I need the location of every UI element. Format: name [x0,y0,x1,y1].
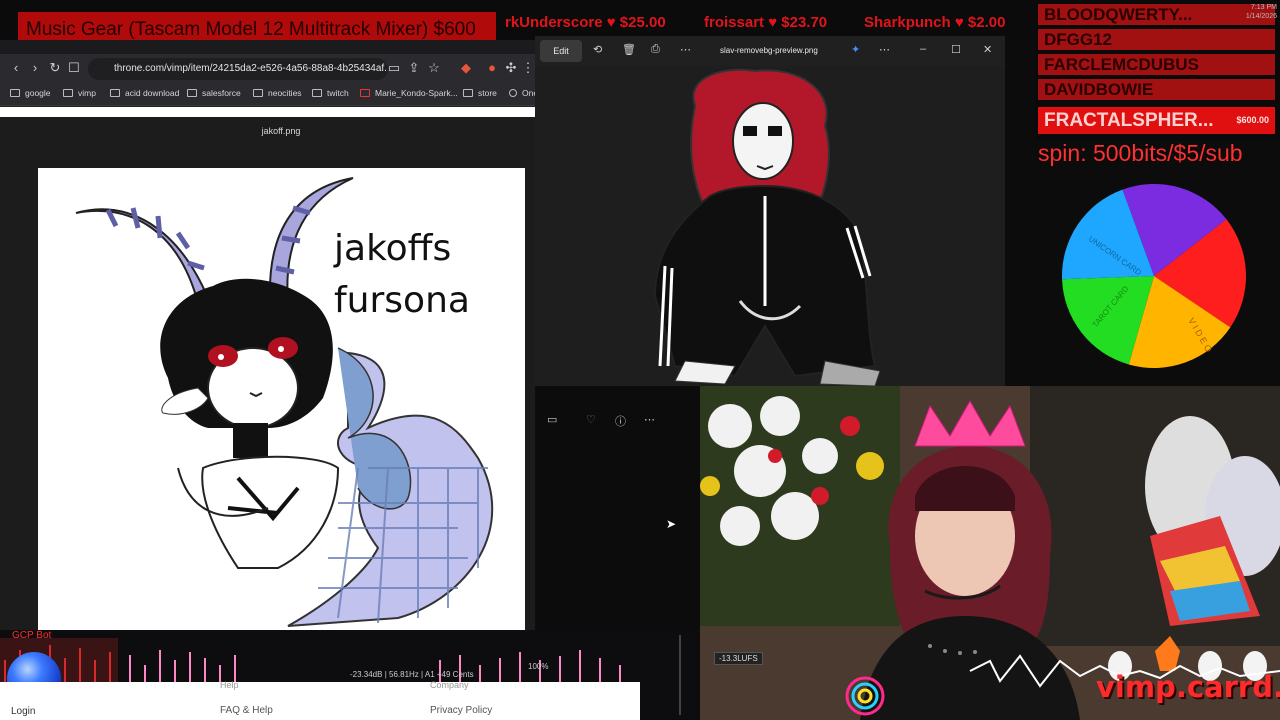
pdf-icon [360,89,370,97]
clock-time: 7:13 PM [1250,4,1277,11]
donor-row: FARCLEMCDUBUS [1038,54,1275,75]
donor-row: DAVIDBOWIE [1038,79,1275,100]
photos-app-window: Edit ⟲ 🗑 ⎙ ⋯ slav-removebg-preview.png ✦… [535,36,1005,387]
page-strip [0,107,535,117]
extension-icon[interactable]: ● [484,60,500,76]
folder-icon [253,89,263,97]
bookmark-item[interactable]: acid download [110,88,179,98]
site-footer [0,682,640,720]
wheel-segments [1062,184,1246,368]
star-icon[interactable]: ☆ [426,60,442,76]
forward-icon[interactable]: › [27,60,43,76]
character-image [535,66,1005,387]
faq-link[interactable]: FAQ & Help [220,705,273,716]
browser-window: ‹ › ↻ ☐ throne.com/vimp/item/24215da2-e5… [0,40,538,640]
screen-icon[interactable]: ▭ [386,60,402,76]
donor-amount: $600.00 [1236,115,1269,125]
login-link[interactable]: Login [11,706,35,717]
bot-label: GCP Bot [12,630,52,641]
ticker-item: rkUnderscore ♥ $25.00 [505,14,666,31]
drawing-caption: jakoffs fursona [334,223,470,327]
desktop: Music Gear (Tascam Model 12 Multitrack M… [0,0,1280,720]
print-icon[interactable]: ⎙ [651,43,660,56]
tuner-readout: -23.34dB | 56.81Hz | A1 +49 Cents [350,670,474,679]
close-icon[interactable]: ✕ [983,43,992,56]
image-viewer: jakoff.png jakoffs fursona [0,117,535,640]
back-icon[interactable]: ‹ [8,60,24,76]
bookmarks-bar: google vimp acid download salesforce neo… [0,84,538,106]
bookmark-item[interactable]: google [10,88,51,98]
image-title: jakoff.png [261,126,301,136]
bookmark-item[interactable]: neocities [253,88,302,98]
menu-icon[interactable]: ⋮ [520,60,536,76]
ticker-item: froissart ♥ $23.70 [704,14,828,31]
privacy-link[interactable]: Privacy Policy [430,705,492,716]
fursona-drawing: jakoffs fursona [38,168,525,630]
bottom-overlay: GCP Bot -23.34dB | 56.81Hz | A1 +49 Cent… [0,630,700,720]
folder-icon [110,89,120,97]
maximize-icon[interactable]: ☐ [951,43,961,56]
system-clock: 7:13 PM 1/14/2026 [1232,3,1277,21]
heart-icon[interactable]: ♡ [586,413,596,426]
company-heading: Company [430,680,469,690]
copilot-icon[interactable]: ✦ [851,43,860,56]
bookmark-item[interactable]: One [509,88,538,98]
reload-icon[interactable]: ↻ [47,60,63,76]
caption-line: jakoffs [334,228,452,269]
donation-ticker: Music Gear (Tascam Model 12 Multitrack M… [0,0,1035,48]
clock-date: 1/14/2026 [1245,13,1277,20]
folder-icon [312,89,322,97]
more-icon[interactable]: ⋯ [879,43,890,56]
address-bar-row: ‹ › ↻ ☐ throne.com/vimp/item/24215da2-e5… [0,54,535,84]
donor-row-highlight: FRACTALSPHER... $600.00 [1038,107,1275,134]
bookmark-item[interactable]: vimp [63,88,96,98]
help-heading: Help [220,680,239,690]
brave-icon[interactable]: ◆ [458,60,474,76]
bookmark-item[interactable]: store [463,88,497,98]
bookmark-item[interactable]: twitch [312,88,349,98]
more-icon[interactable]: ⋯ [680,43,691,56]
url-field[interactable]: throne.com/vimp/item/24215da2-e526-4a56-… [88,58,388,80]
globe-icon [509,89,517,97]
edit-button[interactable]: Edit [540,40,582,62]
tab-bar [0,40,535,54]
delete-icon[interactable]: 🗑 [622,43,636,56]
loudness-meter: -13.3LUFS [714,652,763,665]
rotate-icon[interactable]: ⟲ [593,43,602,56]
photos-toolbar: Edit ⟲ 🗑 ⎙ ⋯ slav-removebg-preview.png ✦… [535,36,1005,66]
zoom-level: 100% [528,662,549,671]
filmstrip-icon[interactable]: ▭ [547,413,557,426]
prize-wheel: V I D E O TAROT CARD UNICORN CARD [1062,184,1246,368]
info-icon[interactable]: ⓘ [615,413,626,429]
bookmark-icon[interactable]: ☐ [66,60,82,76]
donor-leaderboard: BLOODQWERTY... DFGG12 FARCLEMCDUBUS DAVI… [1035,0,1280,140]
puzzle-icon[interactable]: ✣ [503,60,519,76]
bookmark-item[interactable]: Marie_Kondo-Spark... [360,88,458,98]
photos-bottom-toolbar: ▭ ♡ ⓘ ⋯ [535,405,700,435]
bookmark-item[interactable]: salesforce [187,88,241,98]
folder-icon [63,89,73,97]
spin-label: spin: 500bits/$5/sub [1038,140,1243,166]
caption-line: fursona [334,280,470,321]
folder-icon [10,89,20,97]
mouse-cursor: ➤ [666,517,677,531]
more-icon[interactable]: ⋯ [644,413,655,426]
minimize-icon[interactable]: – [920,43,926,55]
folder-icon [463,89,473,97]
character-art [653,68,881,387]
ticker-item: Sharkpunch ♥ $2.00 [864,14,1006,31]
photo-filename: slav-removebg-preview.png [720,46,818,55]
folder-icon [187,89,197,97]
share-icon[interactable]: ⇪ [406,60,422,76]
donor-row: DFGG12 [1038,29,1275,50]
carrd-link-overlay: vimp.carrd.co [1096,670,1280,704]
